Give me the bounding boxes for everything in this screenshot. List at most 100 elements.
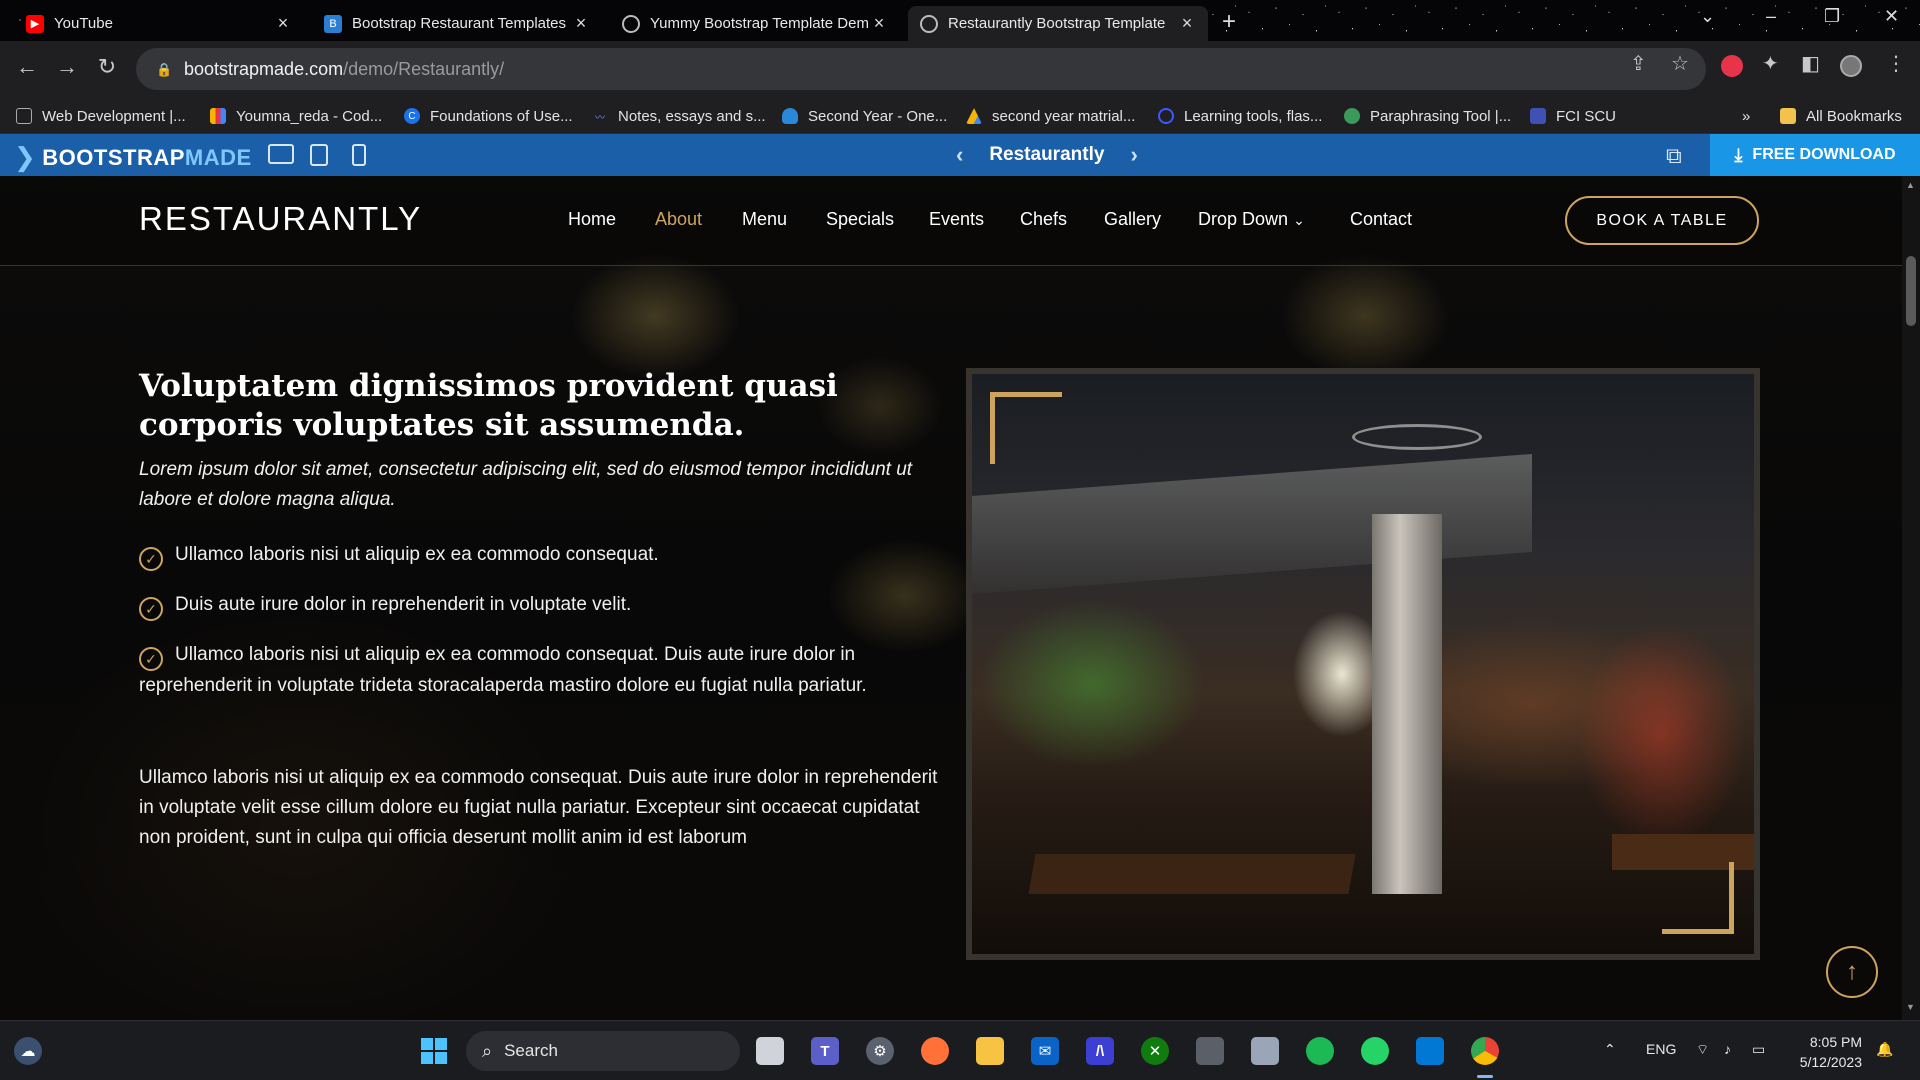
weather-icon[interactable]: ☁	[14, 1037, 42, 1065]
image-detail	[1028, 854, 1356, 894]
forward-icon[interactable]: →	[52, 54, 82, 80]
notifications-icon[interactable]: 🔔	[1876, 1041, 1893, 1058]
whatsapp-icon[interactable]	[1361, 1037, 1389, 1065]
bookmarks-bar: Web Development |... Youmna_reda - Cod..…	[0, 98, 1920, 134]
bookmarks-overflow-button[interactable]: »	[1742, 98, 1750, 134]
tablet-view-icon[interactable]	[310, 144, 328, 166]
spotify-icon[interactable]	[1306, 1037, 1334, 1065]
bookmark-item[interactable]: second year matrial...	[966, 98, 1135, 134]
bookmark-item[interactable]: Web Development |...	[16, 98, 186, 134]
bookmark-item[interactable]: Second Year - One...	[782, 98, 947, 134]
tab-label: YouTube	[54, 15, 113, 32]
bookmark-item[interactable]: Youmna_reda - Cod...	[210, 98, 382, 134]
book-a-table-button[interactable]: BOOK A TABLE	[1565, 196, 1759, 245]
chrome-icon[interactable]	[1471, 1037, 1499, 1065]
share-icon[interactable]: ⇪	[1630, 51, 1647, 76]
xbox-icon[interactable]: ✕	[1141, 1037, 1169, 1065]
nav-chefs[interactable]: Chefs	[1020, 209, 1067, 230]
vscode-icon[interactable]	[1416, 1037, 1444, 1065]
scroll-up-icon[interactable]: ▲	[1906, 180, 1915, 190]
tab-restaurantly[interactable]: Restaurantly Bootstrap Template ×	[908, 6, 1208, 41]
bookmark-item[interactable]: FCI SCU	[1530, 98, 1616, 134]
bookmark-item[interactable]: Learning tools, flas...	[1158, 98, 1322, 134]
url-host: bootstrapmade.com	[184, 58, 344, 79]
logo-text-accent: MADE	[184, 144, 252, 170]
close-icon[interactable]: ×	[870, 13, 888, 34]
firefox-icon[interactable]	[921, 1037, 949, 1065]
address-bar[interactable]: 🔒 bootstrapmade.com/demo/Restaurantly/	[136, 48, 1706, 90]
external-link-icon[interactable]: ⧉	[1666, 143, 1682, 169]
page-scrollbar[interactable]: ▲ ▼	[1902, 176, 1920, 1020]
app-cube-icon[interactable]	[1196, 1037, 1224, 1065]
new-tab-button[interactable]: +	[1222, 8, 1236, 36]
nav-contact[interactable]: Contact	[1350, 209, 1412, 230]
site-logo[interactable]: RESTAURANTLY	[139, 200, 422, 238]
language-indicator[interactable]: ENG	[1646, 1041, 1676, 1057]
next-template-icon[interactable]: ›	[1130, 142, 1137, 168]
bookmark-label: Notes, essays and s...	[618, 107, 766, 125]
about-lead: Lorem ipsum dolor sit amet, consectetur …	[139, 459, 913, 510]
menu-dots-icon[interactable]: ⋮	[1886, 51, 1906, 76]
windows-taskbar: ☁ ⌕ Search T ⚙ ✉ /\ ✕ ⌃ ENG ⌔ ♪ ▭ 8:05 PM…	[0, 1020, 1920, 1080]
avatar[interactable]	[1840, 55, 1862, 77]
settings-icon[interactable]: ⚙	[866, 1037, 894, 1065]
image-frame-corner	[990, 392, 1062, 464]
close-icon[interactable]: ×	[274, 13, 292, 34]
about-heading: Voluptatem dignissimos provident quasi c…	[139, 368, 838, 443]
back-to-top-button[interactable]: ↑	[1826, 946, 1878, 998]
volume-icon[interactable]: ♪	[1724, 1041, 1731, 1057]
restore-icon[interactable]: ❐	[1824, 6, 1840, 27]
nav-about[interactable]: About	[655, 209, 702, 230]
nav-dropdown[interactable]: Drop Down ⌄	[1198, 209, 1305, 230]
scroll-down-icon[interactable]: ▼	[1906, 1002, 1915, 1012]
fci-icon	[1530, 108, 1546, 124]
extensions-puzzle-icon[interactable]: ✦	[1762, 51, 1779, 76]
all-bookmarks[interactable]: All Bookmarks	[1780, 98, 1902, 134]
prev-template-icon[interactable]: ‹	[956, 142, 963, 168]
back-icon[interactable]: ←	[12, 54, 42, 80]
task-view-icon[interactable]	[756, 1037, 784, 1065]
minimize-icon[interactable]: –	[1766, 6, 1776, 27]
mail-icon[interactable]: ✉	[1031, 1037, 1059, 1065]
list-item-text: Ullamco laboris nisi ut aliquip ex ea co…	[175, 544, 659, 565]
app-icon[interactable]	[1251, 1037, 1279, 1065]
tab-yummy[interactable]: Yummy Bootstrap Template Dem ×	[610, 6, 900, 41]
bookmark-item[interactable]: Paraphrasing Tool |...	[1344, 98, 1511, 134]
tab-youtube[interactable]: ▶ YouTube ×	[14, 6, 304, 41]
bookmark-star-icon[interactable]: ☆	[1671, 51, 1689, 76]
mobile-view-icon[interactable]	[352, 144, 366, 166]
chevron-up-icon[interactable]: ⌃	[1604, 1041, 1616, 1058]
close-icon[interactable]: ×	[1178, 13, 1196, 34]
extension-icon[interactable]	[1721, 55, 1743, 77]
bookmark-item[interactable]: C Foundations of Use...	[404, 98, 573, 134]
nav-specials[interactable]: Specials	[826, 209, 894, 230]
desktop-view-icon[interactable]	[268, 144, 294, 164]
list-item-text: Ullamco laboris nisi ut aliquip ex ea co…	[139, 644, 867, 696]
free-download-button[interactable]: ⤓ FREE DOWNLOAD	[1710, 134, 1920, 176]
taskbar-search[interactable]: ⌕ Search	[466, 1031, 740, 1071]
clock[interactable]: 8:05 PM 5/12/2023	[1792, 1032, 1862, 1072]
nav-home[interactable]: Home	[568, 209, 616, 230]
close-window-icon[interactable]: ✕	[1884, 6, 1899, 27]
nav-events[interactable]: Events	[929, 209, 984, 230]
list-item: ✓ Duis aute irure dolor in reprehenderit …	[139, 590, 939, 621]
tab-bootstrap-restaurant[interactable]: B Bootstrap Restaurant Templates ×	[312, 6, 602, 41]
bookmark-item[interactable]: 〰 Notes, essays and s...	[592, 98, 766, 134]
side-panel-icon[interactable]: ◧	[1801, 51, 1820, 76]
lock-icon: 🔒	[156, 62, 173, 77]
file-explorer-icon[interactable]	[976, 1037, 1004, 1065]
tab-search-icon[interactable]: ⌄	[1700, 6, 1715, 27]
nav-gallery[interactable]: Gallery	[1104, 209, 1161, 230]
nav-menu[interactable]: Menu	[742, 209, 787, 230]
start-icon[interactable]	[420, 1037, 448, 1065]
reload-icon[interactable]: ↻	[92, 54, 122, 80]
bootstrapmade-logo[interactable]: ❯ BOOTSTRAP MADE	[14, 142, 252, 173]
close-icon[interactable]: ×	[572, 13, 590, 34]
wifi-icon[interactable]: ⌔	[1696, 1041, 1709, 1059]
chart-icon	[210, 108, 226, 124]
battery-icon[interactable]: ▭	[1752, 1041, 1765, 1058]
restaurant-interior-image	[966, 368, 1760, 960]
scrollbar-thumb[interactable]	[1906, 256, 1916, 326]
teams-icon[interactable]: T	[811, 1037, 839, 1065]
editor-icon[interactable]: /\	[1086, 1037, 1114, 1065]
